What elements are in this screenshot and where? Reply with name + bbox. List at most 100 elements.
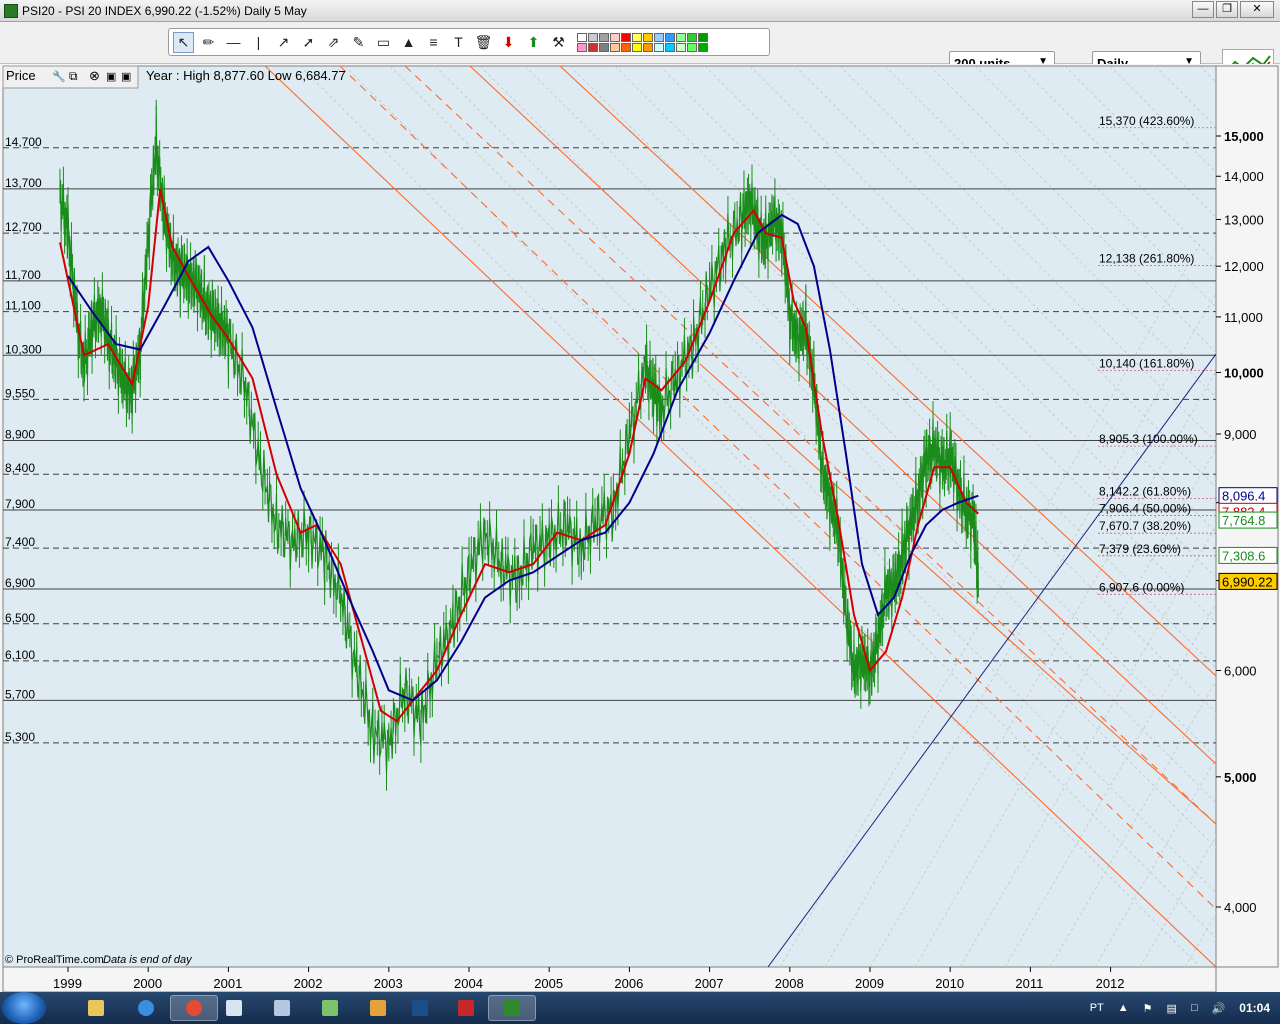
window-title: PSI20 - PSI 20 INDEX 6,990.22 (-1.52%) D… [22,3,307,18]
taskbar-notepad-button[interactable] [210,995,258,1021]
y-tick-label: 9,000 [1224,427,1257,442]
palette-swatch[interactable] [698,32,708,42]
chrome-icon [186,1000,202,1016]
pen-icon [370,1000,386,1016]
trash-icon[interactable]: 🗑 [473,32,494,53]
flag-icon[interactable]: ⚑ [1143,1002,1153,1015]
language-indicator[interactable]: PT [1090,1002,1104,1014]
taskbar-prorealtime-button[interactable] [488,995,536,1021]
price-tag-label: 7,308.6 [1222,548,1265,563]
palette-swatch[interactable] [577,42,587,52]
palette-swatch[interactable] [588,32,598,42]
minimize-button[interactable]: — [1192,1,1214,18]
palette-swatch[interactable] [654,42,664,52]
level-label: 6,500 [5,611,35,625]
tray-arrow-icon[interactable]: ▲ [1118,1002,1129,1014]
chart-app-icon [504,1000,520,1016]
palette-swatch[interactable] [687,42,697,52]
taskbar-pdf-button[interactable] [442,995,490,1021]
taskbar-files-button[interactable] [306,995,354,1021]
palette-swatch[interactable] [577,32,587,42]
palette-swatch[interactable] [698,42,708,52]
palette-swatch[interactable] [621,32,631,42]
maximize-icon: ▣ [106,71,116,83]
fib-level-label: 15,370 (423.60%) [1099,114,1194,128]
trendline-tool-icon[interactable]: ↗ [273,32,294,53]
x-tick-label: 2004 [454,976,483,991]
ray-tool-icon[interactable]: ➚ [298,32,319,53]
taskbar-explorer-button[interactable] [72,995,120,1021]
y-tick-label: 12,000 [1224,259,1264,274]
y-tick-label: 5,000 [1224,770,1257,785]
text-tool-icon[interactable]: T [448,32,469,53]
price-chart[interactable]: 14,700 13,700 12,700 11,700 11,100 10,300 9,55… [0,64,1280,992]
pdf-icon [458,1000,474,1016]
rectangle-tool-icon[interactable]: ▭ [373,32,394,53]
signal-icon[interactable]: □ [1191,1002,1198,1014]
fib-level-label: 6,907.6 (0.00%) [1099,580,1184,594]
chart-area: 14,700 13,700 12,700 11,700 11,100 10,300 9,55… [0,64,1280,992]
palette-swatch[interactable] [588,42,598,52]
palette-swatch[interactable] [676,32,686,42]
y-tick-label: 10,000 [1224,366,1264,381]
volume-icon[interactable]: 🔊 [1212,1002,1226,1015]
palette-swatch[interactable] [599,42,609,52]
horizontal-line-tool-icon[interactable]: — [223,32,244,53]
clock[interactable]: 01:04 [1239,1001,1270,1015]
level-label: 5,300 [5,730,35,744]
palette-swatch[interactable] [599,32,609,42]
palette-swatch[interactable] [632,32,642,42]
restore-button[interactable]: ❐ [1216,1,1238,18]
x-tick-label: 2008 [775,976,804,991]
photoshop-icon [412,1000,428,1016]
palette-swatch[interactable] [665,32,675,42]
y-tick-label: 14,000 [1224,169,1264,184]
plot-background [2,65,1217,968]
level-label: 8,400 [5,461,35,475]
ruler-tool-icon[interactable]: ✏ [198,32,219,53]
fibonacci-fan-tool-icon[interactable]: ▲ [398,32,419,53]
level-label: 11,100 [5,299,41,313]
x-tick-label: 2011 [1015,976,1043,991]
palette-swatch[interactable] [632,42,642,52]
network-icon[interactable]: ▤ [1167,1002,1177,1015]
palette-swatch[interactable] [654,32,664,42]
window-controls: — ❐ ✕ [1192,1,1274,18]
close-button[interactable]: ✕ [1240,1,1274,18]
palette-swatch[interactable] [610,42,620,52]
taskbar-pen-button[interactable] [354,995,402,1021]
palette-swatch[interactable] [610,32,620,42]
buy-arrow-icon[interactable]: ⬆ [523,32,544,53]
browser-icon [138,1000,154,1016]
level-label: 10,300 [5,342,42,356]
vertical-line-tool-icon[interactable]: | [248,32,269,53]
start-button[interactable] [2,992,46,1024]
y-tick-label: 13,000 [1224,212,1264,227]
fib-level-label: 7,670.7 (38.20%) [1099,519,1191,533]
taskbar-ie-button[interactable] [122,995,170,1021]
x-tick-label: 2012 [1096,976,1125,991]
window-titlebar: PSI20 - PSI 20 INDEX 6,990.22 (-1.52%) D… [0,0,1280,22]
app-icon [4,3,18,18]
sell-arrow-icon[interactable]: ⬇ [498,32,519,53]
taskbar-app-button[interactable] [258,995,306,1021]
color-palette[interactable] [577,32,708,52]
pen-tool-icon[interactable]: ✎ [348,32,369,53]
palette-swatch[interactable] [643,42,653,52]
channel-tool-icon[interactable]: ⇗ [323,32,344,53]
fib-level-label: 7,379 (23.60%) [1099,542,1181,556]
fib-level-label: 8,142.2 (61.80%) [1099,484,1191,498]
tools-icon[interactable]: ⚒ [548,32,569,53]
pointer-tool-icon[interactable]: ↖ [173,31,194,53]
x-tick-label: 2010 [935,976,964,991]
palette-swatch[interactable] [687,32,697,42]
palette-swatch[interactable] [621,42,631,52]
palette-swatch[interactable] [676,42,686,52]
taskbar-photoshop-button[interactable] [396,995,444,1021]
palette-swatch[interactable] [643,32,653,42]
palette-swatch[interactable] [665,42,675,52]
level-label: 7,900 [5,497,35,511]
folder-icon [88,1000,104,1016]
level-label: 6,100 [5,648,35,662]
fibonacci-retracement-tool-icon[interactable]: ≡ [423,32,444,53]
